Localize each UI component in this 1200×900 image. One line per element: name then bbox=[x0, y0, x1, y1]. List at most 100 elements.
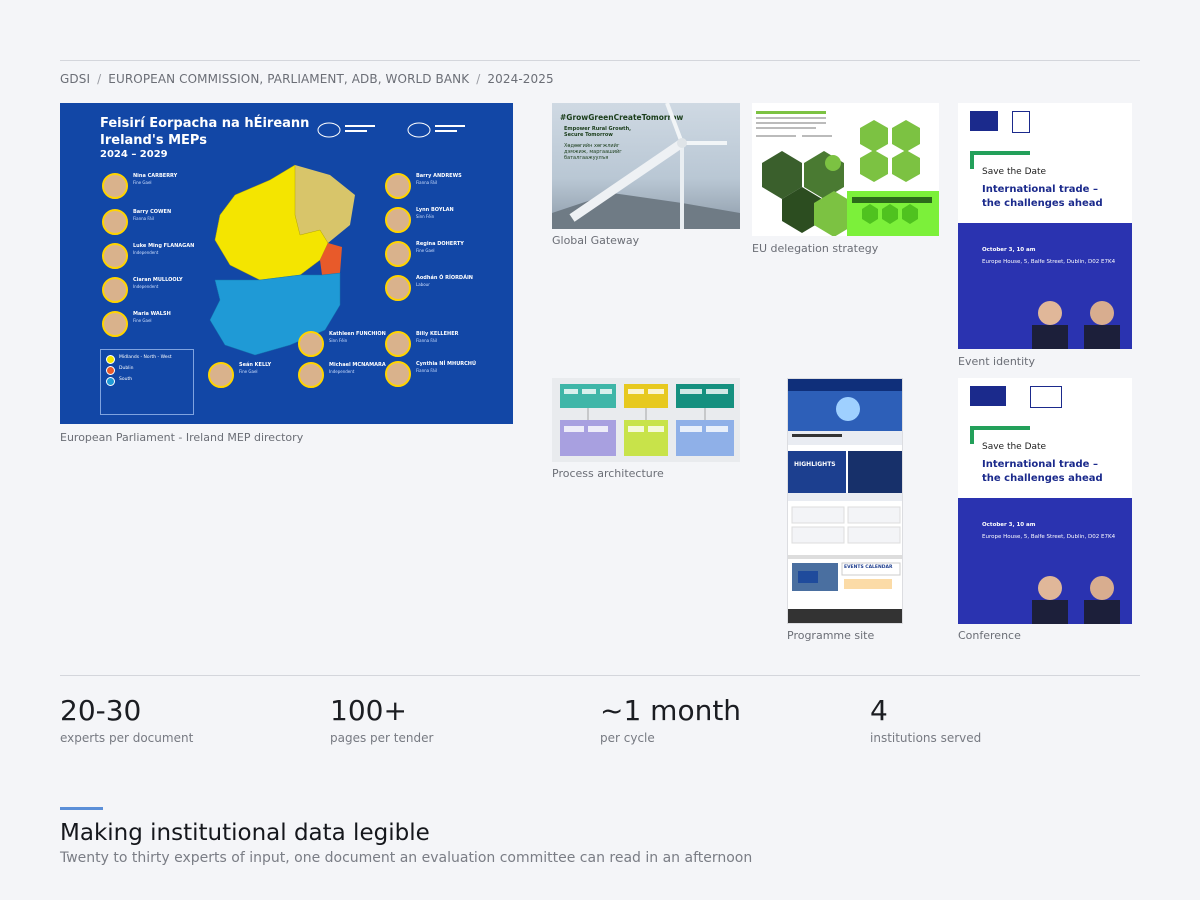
website-mockup bbox=[788, 379, 902, 623]
mep-avatar bbox=[102, 209, 128, 235]
breadcrumb-client: GDSI bbox=[60, 72, 91, 86]
mep-party: Sinn Féin bbox=[329, 338, 348, 343]
mep-party: Fianna Fáil bbox=[133, 216, 154, 221]
legend-label: South bbox=[119, 377, 133, 382]
mep-party: Fine Gael bbox=[416, 248, 435, 253]
mep-title-irish: Feisirí Eorpacha na hÉireann bbox=[100, 116, 310, 131]
event-title-2: the challenges ahead bbox=[982, 198, 1103, 209]
eu-commission-logo bbox=[970, 111, 998, 131]
legend-swatch bbox=[106, 377, 115, 386]
mep-party: Independent bbox=[133, 284, 159, 289]
event-venue: Europe House, 5, Balfe Street, Dublin, D… bbox=[982, 534, 1116, 540]
ireland-constituency-map bbox=[209, 164, 355, 356]
stat-label: institutions served bbox=[870, 731, 982, 745]
stat-value: 20-30 bbox=[60, 694, 142, 727]
mep-party: Fine Gael bbox=[133, 180, 152, 185]
mep-name: Seán KELLY bbox=[239, 362, 272, 368]
events-calendar-label: EVENTS CALENDAR bbox=[844, 565, 893, 570]
stat-label: pages per tender bbox=[330, 731, 434, 745]
mep-card: Regina DOHERTY Fine Gael bbox=[385, 241, 464, 267]
wind-turbine-icon bbox=[552, 103, 740, 229]
mep-avatar bbox=[102, 277, 128, 303]
event-identity-image[interactable]: Save the Date International trade – the c… bbox=[958, 103, 1132, 349]
conference-image[interactable]: Save the Date International trade – the c… bbox=[958, 378, 1132, 624]
mep-avatar bbox=[385, 331, 411, 357]
mep-card: Barry ANDREWS Fianna Fáil bbox=[385, 173, 462, 199]
mep-avatar bbox=[385, 173, 411, 199]
eu-commission-logo bbox=[970, 386, 1006, 406]
mep-avatar bbox=[385, 361, 411, 387]
mep-card: Billy KELLEHER Fianna Fáil bbox=[385, 331, 458, 357]
eu-delegation-image[interactable] bbox=[752, 103, 939, 236]
accent-bar bbox=[970, 151, 1030, 155]
programme-caption: Programme site bbox=[787, 629, 875, 642]
mep-card: Luke Ming FLANAGAN Independent bbox=[102, 243, 194, 269]
event-venue: Europe House, 5, Balfe Street, Dublin, D… bbox=[982, 259, 1116, 265]
mep-party: Independent bbox=[329, 369, 355, 374]
mep-party: Fianna Fáil bbox=[416, 180, 437, 185]
speaker-photos bbox=[1032, 576, 1120, 624]
process-architecture-image[interactable] bbox=[552, 378, 740, 462]
mep-avatar bbox=[385, 241, 411, 267]
mep-name: Aodhán Ó RÍORDÁIN bbox=[416, 275, 473, 281]
mep-avatar bbox=[298, 331, 324, 357]
conference-caption: Conference bbox=[958, 629, 1021, 642]
programme-site-image[interactable]: HIGHLIGHTS EVENTS CALENDAR bbox=[787, 378, 903, 624]
stat-cycle: ~1 month per cycle bbox=[600, 694, 741, 745]
mep-name: Ciaran MULLOOLY bbox=[133, 277, 183, 283]
stat-institutions: 4 institutions served bbox=[870, 694, 981, 745]
mep-card: Maria WALSH Fine Gael bbox=[102, 311, 171, 337]
mep-name: Billy KELLEHER bbox=[416, 331, 459, 337]
eu-delegation-caption: EU delegation strategy bbox=[752, 242, 879, 255]
mep-card: Seán KELLY Fine Gael bbox=[208, 362, 271, 388]
mep-name: Barry COWEN bbox=[133, 209, 172, 215]
mep-years: 2024 – 2029 bbox=[100, 149, 168, 160]
map-legend: Midlands - North - West Dublin South bbox=[100, 349, 194, 415]
event-identity-caption: Event identity bbox=[958, 355, 1035, 368]
event-date: October 3, 10 am bbox=[982, 247, 1036, 253]
save-the-date: Save the Date bbox=[982, 442, 1047, 452]
breadcrumb-years: 2024-2025 bbox=[487, 72, 554, 86]
poster-footer bbox=[958, 223, 1132, 349]
mep-party: Fianna Fáil bbox=[416, 368, 437, 373]
eu-parliament-office-logo bbox=[407, 122, 465, 138]
process-caption: Process architecture bbox=[552, 467, 664, 480]
mep-name: Kathleen FUNCHION bbox=[329, 331, 386, 337]
mep-card: Aodhán Ó RÍORDÁIN Labour bbox=[385, 275, 473, 301]
mep-avatar bbox=[385, 275, 411, 301]
breadcrumb-institutions: EUROPEAN COMMISSION, PARLIAMENT, ADB, WO… bbox=[108, 72, 470, 86]
legend-label: Dublin bbox=[119, 366, 134, 371]
global-gateway-image[interactable]: #GrowGreenCreateTomorrow Empower Rural G… bbox=[552, 103, 740, 229]
strategy-infographic bbox=[752, 103, 939, 236]
mep-avatar bbox=[208, 362, 234, 388]
stat-label: experts per document bbox=[60, 731, 194, 745]
mep-card: Michael MCNAMARA Independent bbox=[298, 362, 386, 388]
legend-swatch bbox=[106, 355, 115, 364]
stat-pages: 100+ pages per tender bbox=[330, 694, 433, 745]
mep-card: Barry COWEN Fianna Fáil bbox=[102, 209, 171, 235]
gg-caption: Global Gateway bbox=[552, 234, 640, 247]
mep-card: Ciaran MULLOOLY Independent bbox=[102, 277, 183, 303]
mep-party: Fine Gael bbox=[133, 318, 152, 323]
mep-avatar bbox=[102, 311, 128, 337]
eu-parliament-logo bbox=[317, 122, 375, 138]
mep-avatar bbox=[102, 173, 128, 199]
mep-party: Fianna Fáil bbox=[416, 338, 437, 343]
event-title-2: the challenges ahead bbox=[982, 473, 1103, 484]
section-heading: Making institutional data legible bbox=[60, 820, 430, 846]
speaker-photos bbox=[1032, 301, 1120, 349]
legend-swatch bbox=[106, 366, 115, 375]
mep-card: Cynthia NÍ MHURCHÚ Fianna Fáil bbox=[385, 361, 476, 387]
stat-value: ~1 month bbox=[600, 694, 742, 727]
partner-logo bbox=[1030, 386, 1062, 408]
mep-name: Michael MCNAMARA bbox=[329, 362, 386, 368]
mep-name: Maria WALSH bbox=[133, 311, 171, 317]
top-divider bbox=[60, 60, 1140, 61]
stat-value: 100+ bbox=[330, 694, 407, 727]
mep-title-english: Ireland's MEPs bbox=[100, 133, 207, 148]
section-subheading: Twenty to thirty experts of input, one d… bbox=[60, 850, 753, 866]
mep-name: Cynthia NÍ MHURCHÚ bbox=[416, 361, 477, 367]
mep-name: Luke Ming FLANAGAN bbox=[133, 243, 195, 249]
mep-directory-image[interactable]: Feisirí Eorpacha na hÉireann Ireland's ME… bbox=[60, 103, 513, 424]
section-accent-bar bbox=[60, 807, 103, 810]
